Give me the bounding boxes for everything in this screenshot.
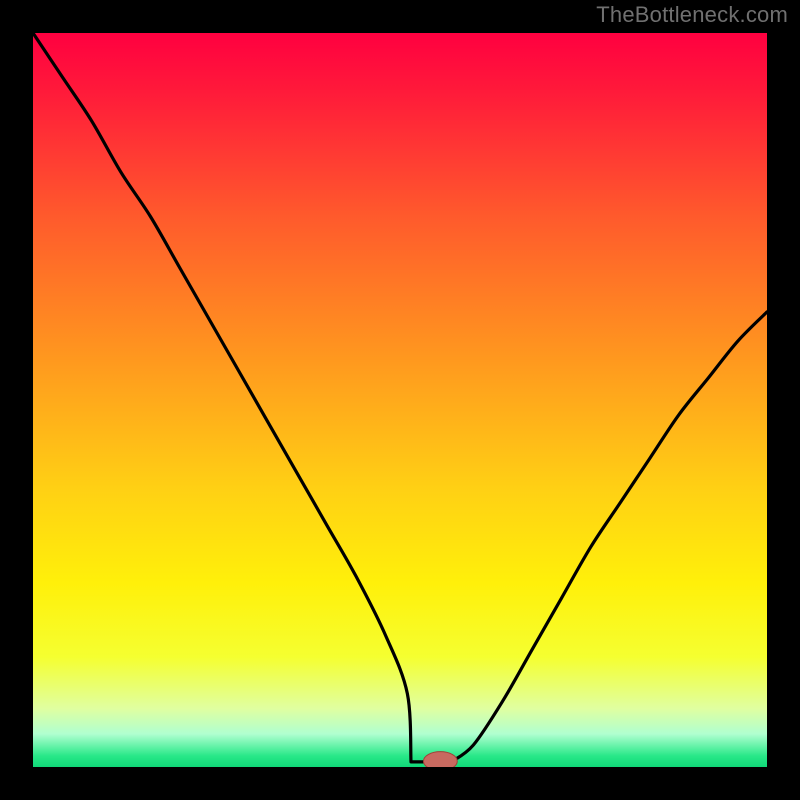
plot-area	[33, 33, 767, 767]
optimal-point-marker	[423, 752, 457, 767]
gradient-background	[33, 33, 767, 767]
chart-frame: TheBottleneck.com	[0, 0, 800, 800]
watermark-text: TheBottleneck.com	[596, 2, 788, 28]
bottleneck-chart	[33, 33, 767, 767]
